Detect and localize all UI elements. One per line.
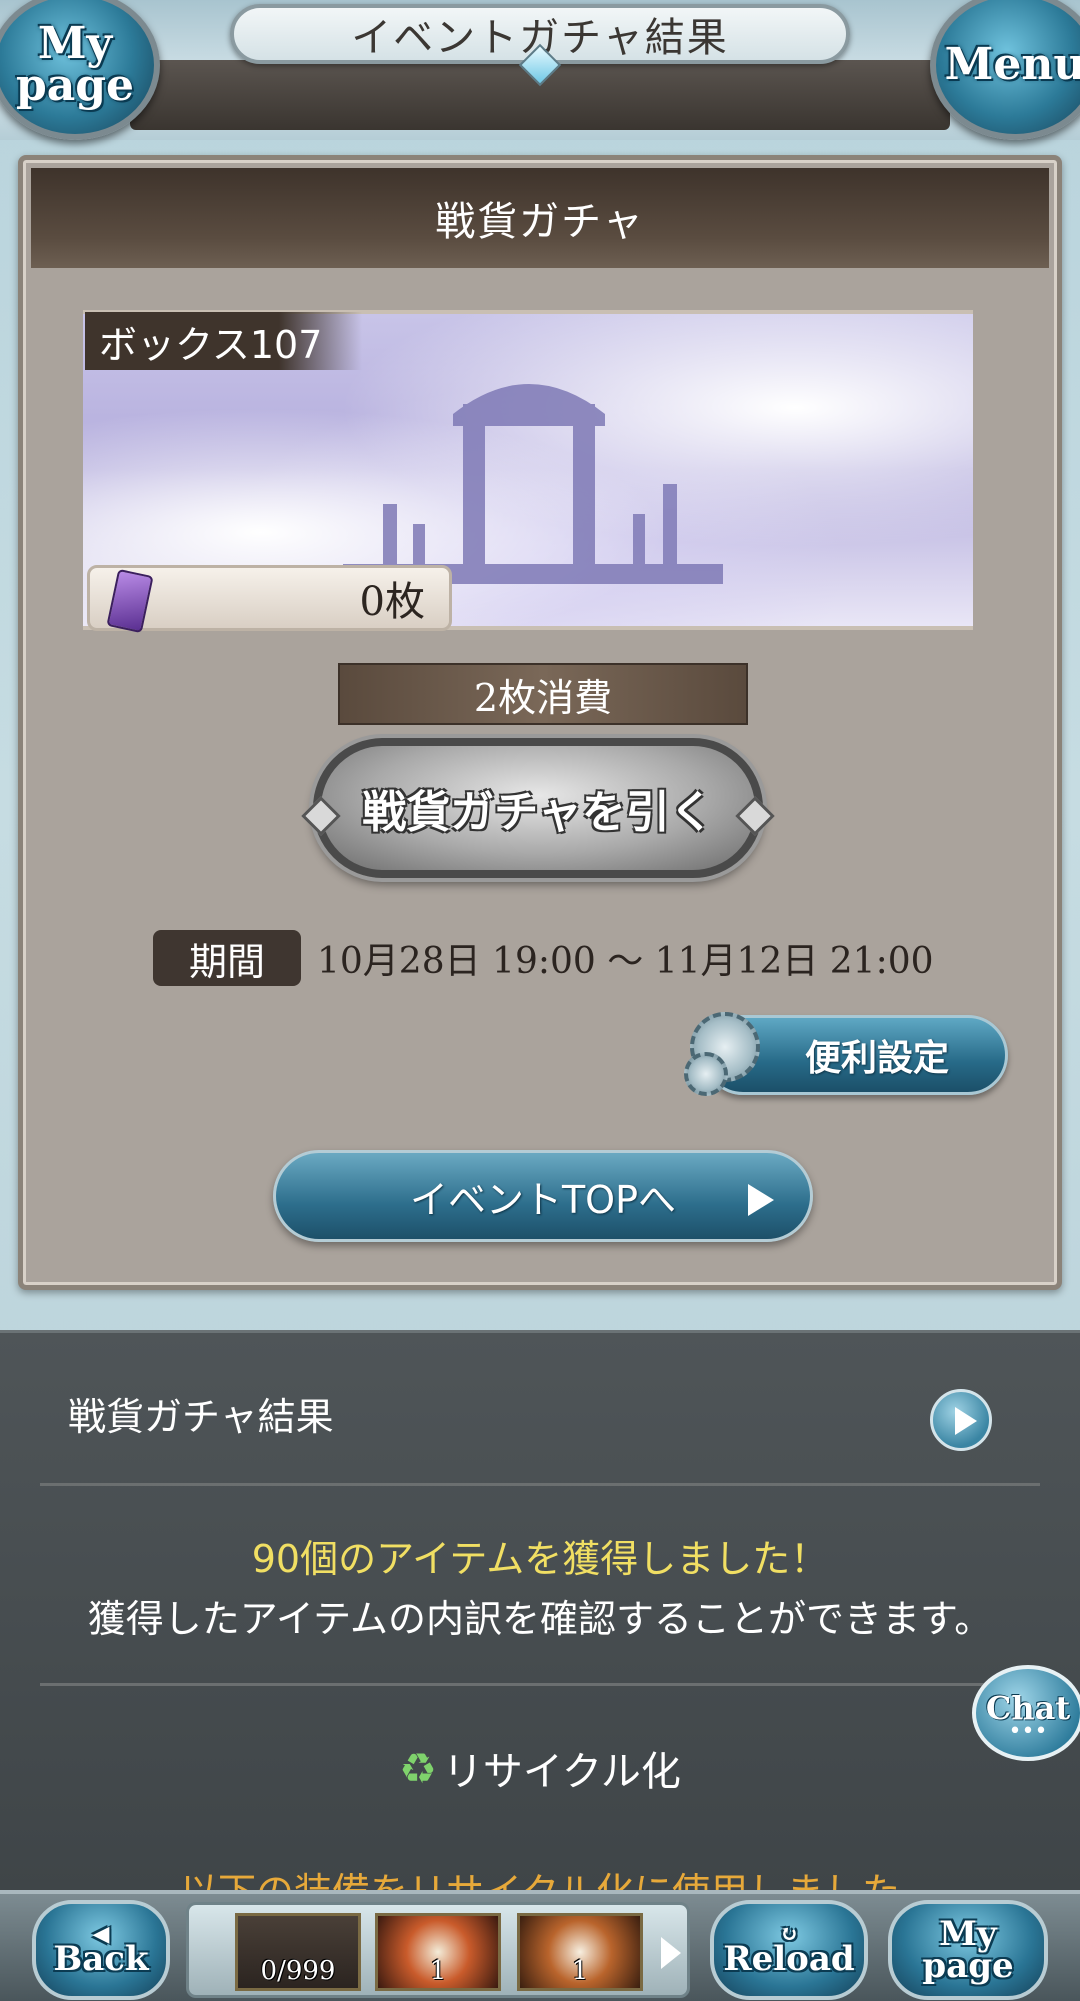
settings-button[interactable]: 便利設定 <box>684 1012 1008 1096</box>
item-slot[interactable]: 0/999 <box>235 1913 361 1991</box>
back-button[interactable]: ◀ Back <box>32 1900 170 2000</box>
ticket-icon <box>106 568 154 634</box>
reload-label: ↻ Reload <box>723 1923 854 1976</box>
event-top-button[interactable]: イベントTOPへ <box>273 1150 813 1242</box>
recycle-icon: ♻ <box>399 1743 437 1793</box>
settings-label: 便利設定 <box>804 1038 949 1079</box>
item-slot[interactable]: 1 <box>375 1913 501 1991</box>
period-row: 期間 10月28日 19:00 〜 11月12日 21:00 <box>153 930 934 986</box>
back-label: ◀ Back <box>53 1923 148 1976</box>
draw-gacha-label: 戦貨ガチャを引く <box>362 787 714 838</box>
chat-button[interactable]: Chat ••• <box>972 1665 1080 1761</box>
box-label: ボックス107 <box>85 312 363 370</box>
item-count: 0/999 <box>260 1956 336 1986</box>
mypage-label: My page <box>15 18 135 111</box>
ticket-count: 0枚 <box>359 579 425 625</box>
mypage-bottom-label: My page <box>922 1914 1014 1986</box>
header: イベントガチャ結果 My page Menu <box>0 0 1080 140</box>
mypage-bottom-button[interactable]: My page <box>888 1900 1048 2000</box>
divider <box>40 1483 1040 1486</box>
recycle-label: リサイクル化 <box>442 1749 681 1795</box>
draw-gacha-button[interactable]: 戦貨ガチャを引く <box>313 738 763 878</box>
result-title: 戦貨ガチャ結果 <box>68 1394 334 1439</box>
gacha-result-row[interactable]: 戦貨ガチャ結果 <box>0 1333 1080 1493</box>
item-count: 1 <box>429 1956 447 1986</box>
gacha-panel: 戦貨ガチャ ボックス107 0枚 2枚消費 戦貨ガチャを引く 期間 10月28日… <box>18 155 1062 1290</box>
back-text: Back <box>53 1939 149 1979</box>
item-count: 1 <box>571 1956 589 1986</box>
chat-dots: ••• <box>1008 1719 1048 1744</box>
small-gear-icon <box>684 1052 728 1096</box>
period-tag: 期間 <box>153 930 301 986</box>
menu-button[interactable]: Menu <box>930 0 1080 140</box>
event-top-label: イベントTOPへ <box>409 1177 677 1222</box>
bottom-bar: ◀ Back 0/999 1 1 ↻ Reload My page <box>0 1890 1080 2001</box>
menu-label: Menu <box>944 39 1080 90</box>
reload-text: Reload <box>723 1939 855 1979</box>
item-slot[interactable]: 1 <box>517 1913 643 1991</box>
cost-bar: 2枚消費 <box>338 663 748 725</box>
play-icon <box>748 1184 774 1216</box>
arrow-right-icon[interactable] <box>930 1389 992 1451</box>
tray-next-icon[interactable] <box>661 1937 681 1969</box>
ticket-count-box: 0枚 <box>87 565 452 634</box>
results-section: 戦貨ガチャ結果 90個のアイテムを獲得しました！ 獲得したアイテムの内訳を確認す… <box>0 1330 1080 1914</box>
panel-title: 戦貨ガチャ <box>435 199 645 245</box>
gain-sub-message: 獲得したアイテムの内訳を確認することができます。 <box>87 1597 993 1641</box>
divider <box>40 1683 1040 1686</box>
gain-message: 90個のアイテムを獲得しました！ <box>251 1537 829 1581</box>
cost-text: 2枚消費 <box>473 675 613 720</box>
panel-title-bar: 戦貨ガチャ <box>31 168 1049 268</box>
period-text: 10月28日 19:00 〜 11月12日 21:00 <box>317 941 934 982</box>
reload-button[interactable]: ↻ Reload <box>710 1900 868 2000</box>
recycle-heading: ♻ リサイクル化 <box>0 1733 1080 1803</box>
item-tray[interactable]: 0/999 1 1 <box>186 1902 690 1998</box>
